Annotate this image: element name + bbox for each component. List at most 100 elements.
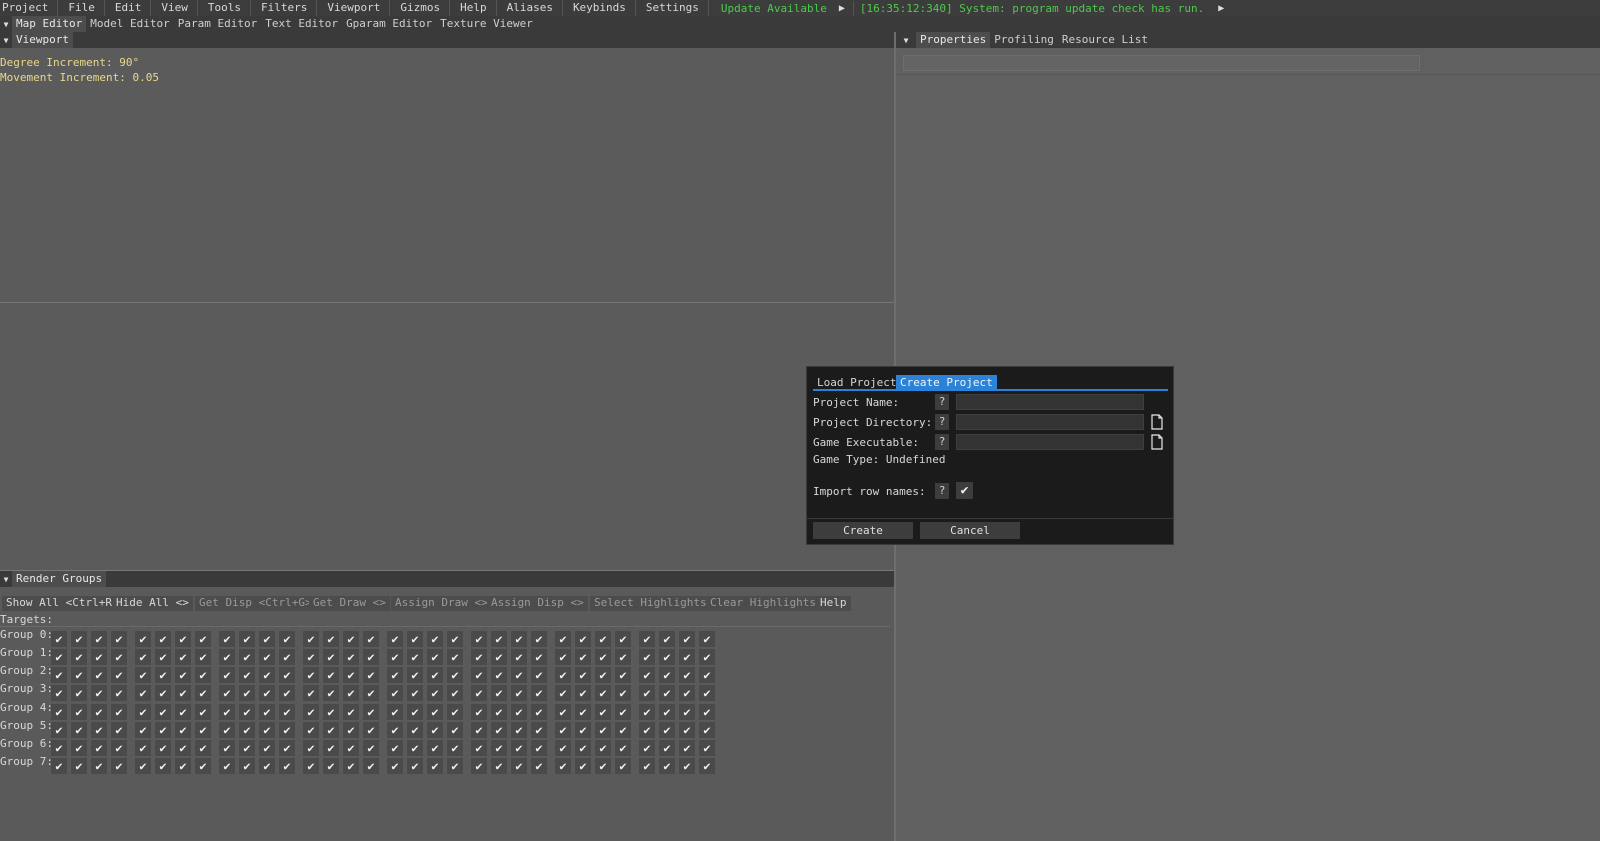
render-group-checkbox[interactable]: ✔	[555, 631, 571, 647]
project-directory-file-icon[interactable]	[1150, 414, 1164, 430]
render-group-checkbox[interactable]: ✔	[259, 704, 275, 720]
render-group-checkbox[interactable]: ✔	[363, 649, 379, 665]
tab-load-project[interactable]: Load Project	[813, 375, 900, 390]
render-group-checkbox[interactable]: ✔	[575, 758, 591, 774]
render-group-checkbox[interactable]: ✔	[323, 631, 339, 647]
render-group-checkbox[interactable]: ✔	[135, 722, 151, 738]
render-group-checkbox[interactable]: ✔	[91, 667, 107, 683]
render-group-checkbox[interactable]: ✔	[259, 631, 275, 647]
cancel-button[interactable]: Cancel	[920, 522, 1020, 539]
render-group-checkbox[interactable]: ✔	[639, 722, 655, 738]
render-group-checkbox[interactable]: ✔	[279, 758, 295, 774]
viewport-lower-area[interactable]	[0, 302, 894, 570]
render-group-checkbox[interactable]: ✔	[531, 722, 547, 738]
render-group-checkbox[interactable]: ✔	[71, 685, 87, 701]
render-group-checkbox[interactable]: ✔	[659, 722, 675, 738]
render-group-checkbox[interactable]: ✔	[343, 631, 359, 647]
render-group-checkbox[interactable]: ✔	[155, 631, 171, 647]
render-group-checkbox[interactable]: ✔	[471, 758, 487, 774]
render-group-checkbox[interactable]: ✔	[363, 704, 379, 720]
render-group-checkbox[interactable]: ✔	[51, 685, 67, 701]
render-group-checkbox[interactable]: ✔	[111, 722, 127, 738]
play-icon[interactable]: ▶	[831, 1, 853, 16]
select-highlights-button[interactable]: Select Highlights	[590, 596, 711, 611]
render-group-checkbox[interactable]: ✔	[323, 704, 339, 720]
menu-aliases[interactable]: Aliases	[505, 0, 563, 16]
render-group-checkbox[interactable]: ✔	[91, 722, 107, 738]
render-group-checkbox[interactable]: ✔	[511, 631, 527, 647]
render-group-checkbox[interactable]: ✔	[387, 667, 403, 683]
render-group-checkbox[interactable]: ✔	[595, 722, 611, 738]
render-group-checkbox[interactable]: ✔	[343, 740, 359, 756]
render-group-checkbox[interactable]: ✔	[615, 758, 631, 774]
render-group-checkbox[interactable]: ✔	[659, 685, 675, 701]
project-name-help-button[interactable]: ?	[935, 394, 949, 410]
render-group-checkbox[interactable]: ✔	[279, 722, 295, 738]
render-group-checkbox[interactable]: ✔	[555, 722, 571, 738]
render-group-checkbox[interactable]: ✔	[407, 722, 423, 738]
tab-param-editor[interactable]: Param Editor	[174, 16, 261, 32]
render-group-checkbox[interactable]: ✔	[155, 740, 171, 756]
render-group-checkbox[interactable]: ✔	[575, 649, 591, 665]
render-group-checkbox[interactable]: ✔	[363, 667, 379, 683]
viewport-panel[interactable]: ▼ Viewport Degree Increment: 90° Movemen…	[0, 32, 894, 302]
tab-create-project[interactable]: Create Project	[896, 375, 997, 390]
render-group-checkbox[interactable]: ✔	[51, 740, 67, 756]
render-group-checkbox[interactable]: ✔	[239, 704, 255, 720]
render-group-checkbox[interactable]: ✔	[447, 722, 463, 738]
render-group-checkbox[interactable]: ✔	[239, 685, 255, 701]
render-group-checkbox[interactable]: ✔	[407, 704, 423, 720]
render-group-checkbox[interactable]: ✔	[679, 704, 695, 720]
render-group-checkbox[interactable]: ✔	[135, 631, 151, 647]
import-row-names-help-button[interactable]: ?	[935, 483, 949, 499]
render-group-checkbox[interactable]: ✔	[195, 649, 211, 665]
render-group-checkbox[interactable]: ✔	[195, 685, 211, 701]
render-group-checkbox[interactable]: ✔	[71, 667, 87, 683]
render-group-checkbox[interactable]: ✔	[259, 667, 275, 683]
render-group-checkbox[interactable]: ✔	[555, 649, 571, 665]
render-group-checkbox[interactable]: ✔	[511, 685, 527, 701]
render-group-checkbox[interactable]: ✔	[699, 667, 715, 683]
render-group-checkbox[interactable]: ✔	[111, 631, 127, 647]
render-group-checkbox[interactable]: ✔	[595, 758, 611, 774]
game-executable-input[interactable]	[956, 434, 1144, 450]
render-group-checkbox[interactable]: ✔	[447, 740, 463, 756]
menu-view[interactable]: View	[159, 0, 198, 16]
render-group-checkbox[interactable]: ✔	[323, 758, 339, 774]
render-group-checkbox[interactable]: ✔	[471, 667, 487, 683]
render-group-checkbox[interactable]: ✔	[91, 685, 107, 701]
render-group-checkbox[interactable]: ✔	[91, 704, 107, 720]
render-group-checkbox[interactable]: ✔	[175, 631, 191, 647]
render-group-checkbox[interactable]: ✔	[427, 704, 443, 720]
render-group-checkbox[interactable]: ✔	[491, 685, 507, 701]
render-group-checkbox[interactable]: ✔	[259, 649, 275, 665]
render-group-checkbox[interactable]: ✔	[111, 685, 127, 701]
render-group-checkbox[interactable]: ✔	[555, 685, 571, 701]
tab-map-editor[interactable]: Map Editor	[12, 16, 87, 32]
render-group-checkbox[interactable]: ✔	[219, 758, 235, 774]
render-group-checkbox[interactable]: ✔	[679, 740, 695, 756]
menu-viewport[interactable]: Viewport	[325, 0, 391, 16]
render-group-checkbox[interactable]: ✔	[511, 758, 527, 774]
render-group-checkbox[interactable]: ✔	[639, 649, 655, 665]
render-group-checkbox[interactable]: ✔	[555, 740, 571, 756]
render-group-checkbox[interactable]: ✔	[679, 667, 695, 683]
render-group-checkbox[interactable]: ✔	[363, 740, 379, 756]
render-group-checkbox[interactable]: ✔	[155, 722, 171, 738]
render-group-checkbox[interactable]: ✔	[595, 740, 611, 756]
render-group-checkbox[interactable]: ✔	[531, 667, 547, 683]
render-group-checkbox[interactable]: ✔	[387, 631, 403, 647]
render-group-checkbox[interactable]: ✔	[195, 758, 211, 774]
render-group-checkbox[interactable]: ✔	[491, 758, 507, 774]
render-group-checkbox[interactable]: ✔	[575, 667, 591, 683]
tab-text-editor[interactable]: Text Editor	[261, 16, 342, 32]
project-name-input[interactable]	[956, 394, 1144, 410]
properties-collapse-icon[interactable]: ▼	[896, 36, 916, 45]
render-group-checkbox[interactable]: ✔	[575, 631, 591, 647]
get-draw-button[interactable]: Get Draw <>	[309, 596, 390, 611]
render-group-checkbox[interactable]: ✔	[175, 758, 191, 774]
render-group-checkbox[interactable]: ✔	[135, 704, 151, 720]
render-group-checkbox[interactable]: ✔	[699, 685, 715, 701]
render-group-checkbox[interactable]: ✔	[639, 758, 655, 774]
render-group-checkbox[interactable]: ✔	[659, 631, 675, 647]
